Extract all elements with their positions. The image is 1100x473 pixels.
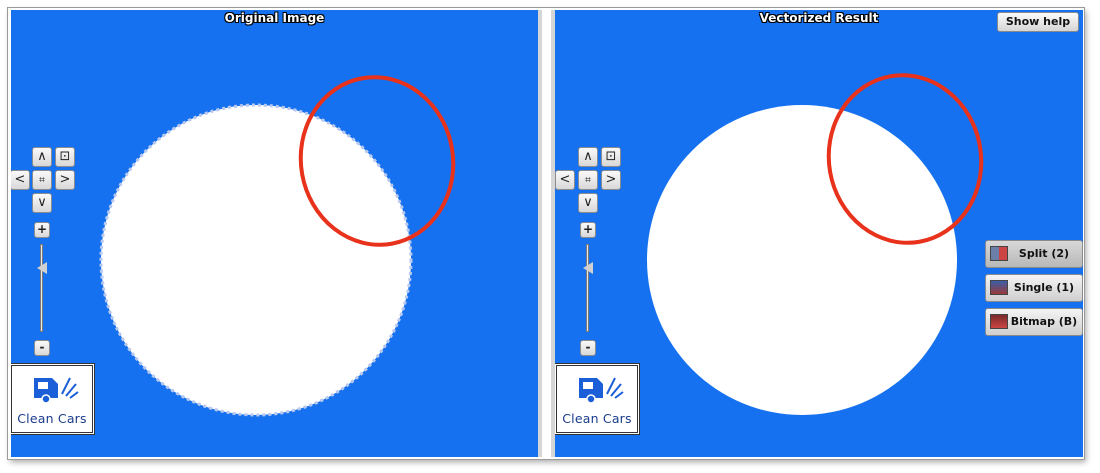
center-icon: ⌗ [39,175,45,186]
pan-down-button[interactable]: ∨ [578,193,598,213]
fit-screen-button[interactable]: ⊡ [55,147,75,167]
logo-text: Clean Cars [562,411,632,426]
logo-text: Clean Cars [17,411,87,426]
center-button[interactable]: ⌗ [578,170,598,190]
divider-bar-left [538,10,542,457]
pan-up-button[interactable]: ∧ [578,147,598,167]
zoom-in-button[interactable]: + [580,222,596,238]
fit-screen-icon: ⊡ [59,149,71,164]
pixelated-circle [101,105,411,415]
car-icon [34,377,79,404]
original-image-panel[interactable]: Original Image ∧ ⊡ < ⌗ > ∨ + - Clean Car… [11,10,538,457]
single-view-button[interactable]: Single (1) [985,274,1083,302]
bitmap-view-label: Bitmap (B) [1010,315,1078,328]
bitmap-view-icon [990,314,1008,329]
fit-screen-icon: ⊡ [605,149,617,164]
vectorized-result-panel[interactable]: Vectorized Result Show help ∧ ⊡ < ⌗ > ∨ … [555,10,1083,457]
zoom-slider-track[interactable] [40,244,43,332]
split-view-label: Split (2) [1018,247,1070,260]
clean-cars-logo: Clean Cars [11,365,93,433]
split-view-button[interactable]: Split (2) [985,240,1083,268]
zoom-out-button[interactable]: - [34,340,50,356]
pan-up-button[interactable]: ∧ [32,147,52,167]
single-view-icon [990,280,1008,295]
vector-circle [647,105,957,415]
zoom-in-button[interactable]: + [34,222,50,238]
center-icon: ⌗ [585,175,591,186]
pan-down-button[interactable]: ∨ [32,193,52,213]
pan-left-button[interactable]: < [555,170,575,190]
zoom-slider-thumb[interactable] [583,262,593,274]
pan-left-button[interactable]: < [11,170,30,190]
clean-cars-logo: Clean Cars [556,365,638,433]
pan-right-button[interactable]: > [55,170,75,190]
center-button[interactable]: ⌗ [32,170,52,190]
car-icon [579,377,624,404]
bitmap-view-button[interactable]: Bitmap (B) [985,308,1083,336]
fit-screen-button[interactable]: ⊡ [601,147,621,167]
show-help-button[interactable]: Show help [997,12,1079,32]
zoom-slider-thumb[interactable] [37,262,47,274]
pan-right-button[interactable]: > [601,170,621,190]
single-view-label: Single (1) [1013,281,1075,294]
zoom-slider-track[interactable] [586,244,589,332]
split-view-icon [990,246,1008,261]
zoom-out-button[interactable]: - [580,340,596,356]
split-divider[interactable] [538,10,555,457]
